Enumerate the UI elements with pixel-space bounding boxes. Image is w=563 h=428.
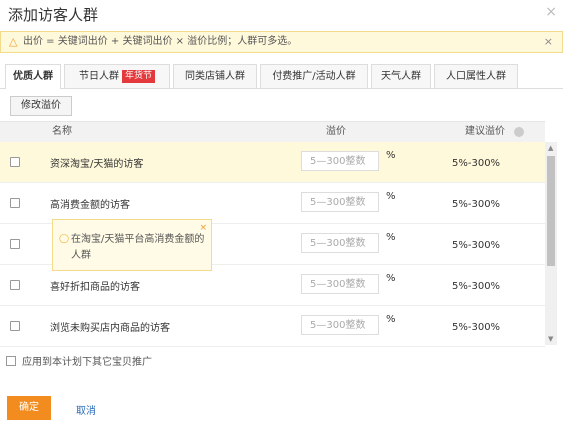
- confirm-button[interactable]: 确定: [7, 396, 51, 420]
- table-row: 喜好折扣商品的访客 5—300整数 % 5%-300%: [0, 265, 545, 306]
- tooltip-close-icon[interactable]: ×: [199, 220, 207, 236]
- row-name: 高消费金额的访客: [50, 200, 130, 211]
- suggested-range: 5%-300%: [452, 158, 501, 169]
- table-row: 资深淘宝/天猫的访客 5—300整数 % 5%-300%: [0, 142, 545, 183]
- row-checkbox[interactable]: [10, 198, 20, 208]
- percent-unit: %: [386, 232, 396, 243]
- apply-all-checkbox[interactable]: [6, 356, 16, 366]
- notice-bar: △ 出价 = 关键词出价 + 关键词出价 × 溢价比例；人群可多选。 ×: [0, 31, 563, 53]
- scroll-up-icon[interactable]: ▲: [548, 144, 553, 152]
- suggested-range: 5%-300%: [452, 281, 501, 292]
- dialog-title: 添加访客人群: [8, 6, 99, 24]
- scroll-thumb[interactable]: [547, 156, 555, 266]
- tooltip: ◯ 在淘宝/天猫平台高消费金额的人群 ×: [52, 219, 212, 271]
- tab-quality[interactable]: 优质人群: [5, 64, 61, 89]
- row-name: 浏览未购买店内商品的访客: [50, 323, 170, 334]
- premium-input[interactable]: 5—300整数: [301, 192, 379, 212]
- apply-all-label: 应用到本计划下其它宝贝推广: [22, 357, 152, 368]
- percent-unit: %: [386, 314, 396, 325]
- header-suggested: 建议溢价: [465, 126, 505, 137]
- premium-input[interactable]: 5—300整数: [301, 233, 379, 253]
- table-header: 名称 溢价 建议溢价: [0, 121, 545, 143]
- row-checkbox[interactable]: [10, 239, 20, 249]
- tab-demographics[interactable]: 人口属性人群: [434, 64, 518, 88]
- tab-weather[interactable]: 天气人群: [371, 64, 431, 88]
- lightbulb-icon: ◯: [59, 234, 70, 244]
- premium-input[interactable]: 5—300整数: [301, 315, 379, 335]
- tab-similar-stores[interactable]: 同类店铺人群: [173, 64, 257, 88]
- row-checkbox[interactable]: [10, 280, 20, 290]
- row-name: 资深淘宝/天猫的访客: [50, 159, 144, 170]
- tab-paid-promotion[interactable]: 付费推广/活动人群: [260, 64, 368, 88]
- row-checkbox[interactable]: [10, 157, 20, 167]
- suggested-range: 5%-300%: [452, 199, 501, 210]
- row-checkbox[interactable]: [10, 321, 20, 331]
- table-row: 高消费金额的访客 5—300整数 % 5%-300%: [0, 183, 545, 224]
- modify-premium-button[interactable]: 修改溢价: [10, 96, 72, 116]
- tab-bar: 优质人群 节日人群 年货节 同类店铺人群 付费推广/活动人群 天气人群 人口属性人…: [0, 64, 563, 89]
- premium-input[interactable]: 5—300整数: [301, 274, 379, 294]
- warning-triangle-icon: △: [9, 35, 18, 48]
- cancel-link[interactable]: 取消: [76, 402, 96, 417]
- scrollbar[interactable]: ▲ ▼: [545, 142, 557, 345]
- percent-unit: %: [386, 273, 396, 284]
- premium-input[interactable]: 5—300整数: [301, 151, 379, 171]
- scroll-down-icon[interactable]: ▼: [548, 335, 553, 343]
- table-row: 浏览未购买店内商品的访客 5—300整数 % 5%-300%: [0, 306, 545, 347]
- percent-unit: %: [386, 150, 396, 161]
- close-icon[interactable]: ×: [545, 4, 557, 20]
- header-name: 名称: [52, 126, 72, 137]
- header-premium: 溢价: [326, 126, 346, 137]
- tab-holiday[interactable]: 节日人群 年货节: [64, 64, 170, 88]
- row-name: 喜好折扣商品的访客: [50, 282, 140, 293]
- percent-unit: %: [386, 191, 396, 202]
- holiday-badge: 年货节: [121, 70, 155, 83]
- notice-close-icon[interactable]: ×: [544, 32, 553, 52]
- suggested-range: 5%-300%: [452, 240, 501, 251]
- notice-text: 出价 = 关键词出价 + 关键词出价 × 溢价比例；人群可多选。: [23, 36, 298, 47]
- help-icon[interactable]: [514, 127, 524, 137]
- suggested-range: 5%-300%: [452, 322, 501, 333]
- tooltip-text: 在淘宝/天猫平台高消费金额的人群: [71, 234, 205, 261]
